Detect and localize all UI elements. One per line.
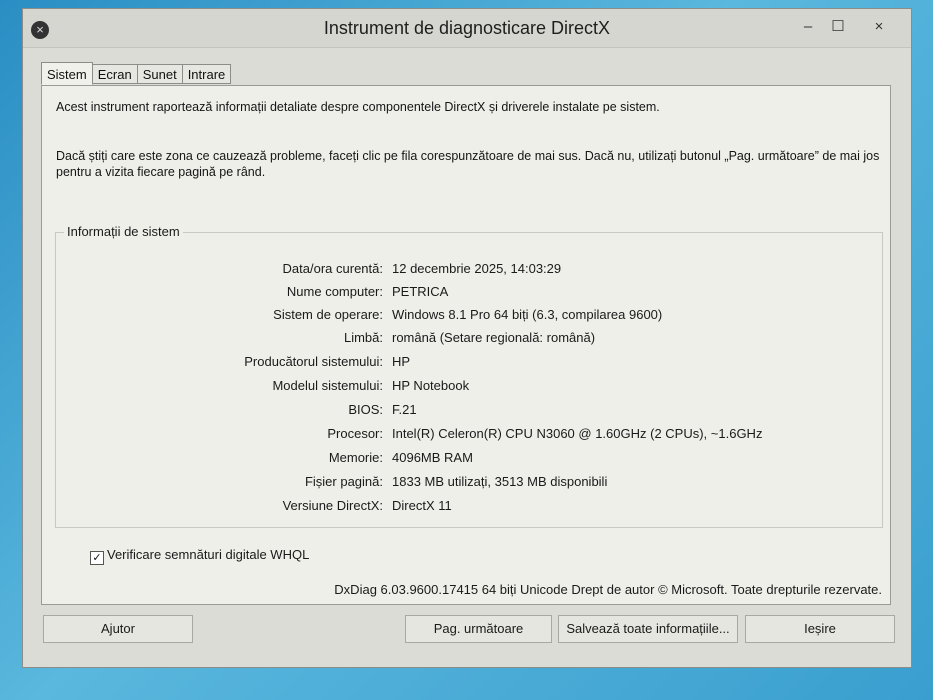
info-row: Limbă: română (Setare regională: română) xyxy=(56,330,876,350)
info-label: BIOS: xyxy=(348,402,383,417)
info-value: 12 decembrie 2025, 14:03:29 xyxy=(392,261,562,276)
info-row: Memorie: 4096MB RAM xyxy=(56,450,876,470)
info-row: BIOS: F.21 xyxy=(56,402,876,422)
save-all-info-button[interactable]: Salvează toate informațiile... xyxy=(558,615,738,643)
info-label: Fișier pagină: xyxy=(304,474,383,489)
intro-text: Acest instrument raportează informații d… xyxy=(56,100,660,114)
group-title: Informații de sistem xyxy=(64,224,183,239)
info-row: Fișier pagină: 1833 MB utilizați, 3513 M… xyxy=(56,474,876,494)
info-row: Producătorul sistemului: HP xyxy=(56,354,876,374)
info-value: HP xyxy=(392,354,411,369)
info-label: Limbă: xyxy=(343,330,383,345)
info-row: Data/ora curentă: 12 decembrie 2025, 14:… xyxy=(56,261,876,281)
close-button[interactable]: × xyxy=(855,15,903,39)
info-value: F.21 xyxy=(392,402,417,417)
title-bar[interactable]: × Instrument de diagnosticare DirectX – … xyxy=(23,9,911,48)
instruction-text: Dacă știți care este zona ce cauzează pr… xyxy=(56,149,880,179)
exit-button[interactable]: Ieșire xyxy=(745,615,895,643)
dxdiag-window: × Instrument de diagnosticare DirectX – … xyxy=(22,8,912,668)
info-label: Producătorul sistemului: xyxy=(244,354,383,369)
window-title: Instrument de diagnosticare DirectX xyxy=(323,18,611,38)
info-row: Versiune DirectX: DirectX 11 xyxy=(56,498,876,518)
info-value: PETRICA xyxy=(392,284,449,299)
info-label: Nume computer: xyxy=(286,284,383,299)
next-page-button[interactable]: Pag. următoare xyxy=(405,615,552,643)
minimize-button[interactable]: – xyxy=(793,15,823,39)
info-label: Procesor: xyxy=(327,426,383,441)
info-row: Modelul sistemului: HP Notebook xyxy=(56,378,876,398)
info-value: 1833 MB utilizați, 3513 MB disponibili xyxy=(392,474,608,489)
maximize-button[interactable]: ☐ xyxy=(823,15,853,39)
system-info-group: Informații de sistem Data/ora curentă: 1… xyxy=(55,224,883,528)
info-value: Windows 8.1 Pro 64 biți (6.3, compilarea… xyxy=(392,307,663,322)
copyright-text: DxDiag 6.03.9600.17415 64 biți Unicode D… xyxy=(334,582,882,597)
info-row: Sistem de operare: Windows 8.1 Pro 64 bi… xyxy=(56,307,876,327)
tab-panel: Acest instrument raportează informații d… xyxy=(41,85,891,605)
info-value: 4096MB RAM xyxy=(392,450,473,465)
info-value: DirectX 11 xyxy=(392,498,452,513)
info-label: Memorie: xyxy=(328,450,383,465)
info-value: HP Notebook xyxy=(392,378,470,393)
info-value: română (Setare regională: română) xyxy=(392,330,596,345)
info-label: Data/ora curentă: xyxy=(282,261,383,276)
tab-strip: Sistem Ecran Sunet Intrare xyxy=(41,62,232,86)
info-label: Versiune DirectX: xyxy=(282,498,383,513)
tab-sistem[interactable]: Sistem xyxy=(41,62,93,85)
tab-intrare[interactable]: Intrare xyxy=(181,64,232,84)
whql-label: Verificare semnături digitale WHQL xyxy=(107,547,310,562)
info-value: Intel(R) Celeron(R) CPU N3060 @ 1.60GHz … xyxy=(392,426,763,441)
whql-checkbox[interactable]: ✓ xyxy=(90,551,104,565)
whql-checkbox-row[interactable]: ✓ Verificare semnături digitale WHQL xyxy=(90,547,309,565)
info-label: Modelul sistemului: xyxy=(272,378,383,393)
info-label: Sistem de operare: xyxy=(273,307,383,322)
tab-ecran[interactable]: Ecran xyxy=(91,64,138,84)
info-row: Nume computer: PETRICA xyxy=(56,284,876,304)
info-row: Procesor: Intel(R) Celeron(R) CPU N3060 … xyxy=(56,426,876,446)
help-button[interactable]: Ajutor xyxy=(43,615,193,643)
tab-sunet[interactable]: Sunet xyxy=(136,64,183,84)
